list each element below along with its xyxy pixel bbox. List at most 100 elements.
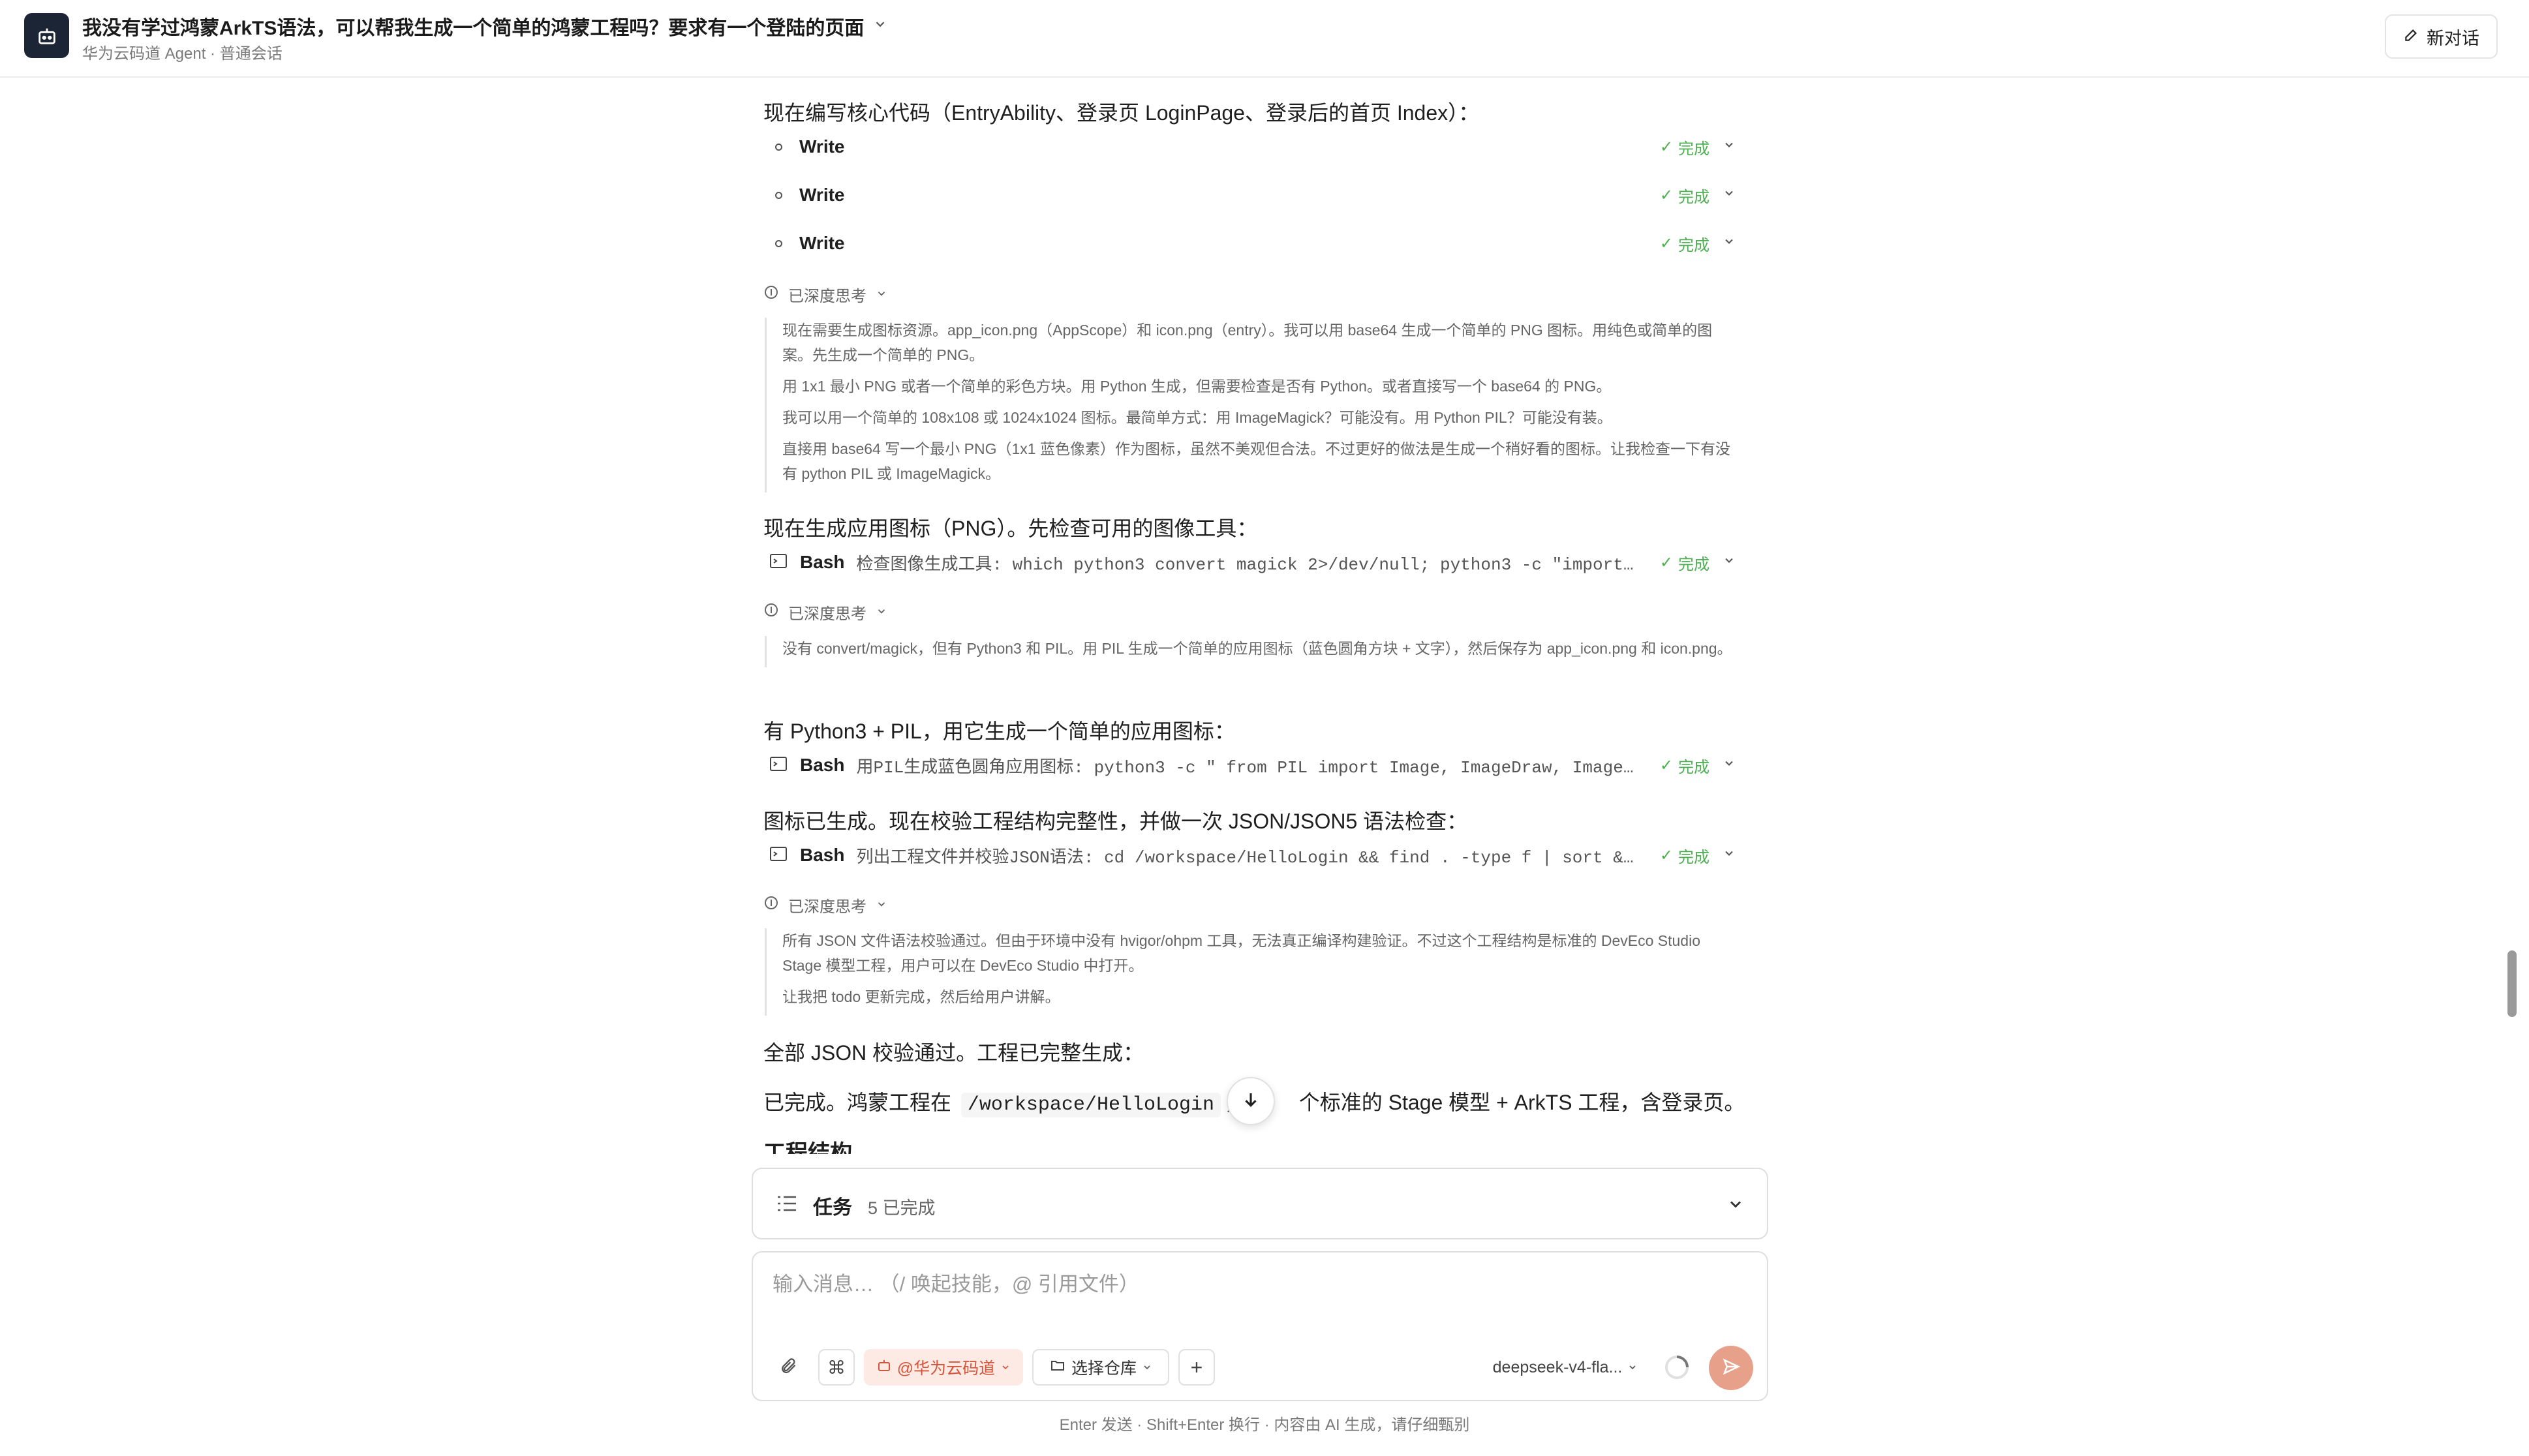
think-label: 已深度思考: [788, 898, 866, 916]
tasks-count: 5 已完成: [868, 1198, 936, 1218]
status-done[interactable]: ✓ 完成: [1660, 136, 1736, 159]
think-content: 所有 JSON 文件语法校验通过。但由于环境中没有 hvigor/ohpm 工具…: [765, 928, 1737, 1016]
think-label: 已深度思考: [788, 605, 866, 623]
folder-icon: [1049, 1357, 1066, 1378]
scrollbar-thumb[interactable]: [2507, 950, 2517, 1017]
terminal-icon: [770, 553, 787, 571]
tool-description: 检查图像生成工具: which python3 convert magick 2…: [856, 554, 1634, 575]
repo-selector[interactable]: 选择仓库: [1032, 1349, 1169, 1386]
write-tool-row[interactable]: Write ✓ 完成: [770, 224, 1736, 263]
think-label: 已深度思考: [788, 288, 866, 305]
think-icon: [763, 284, 779, 305]
chevron-down-icon[interactable]: [1726, 1195, 1745, 1217]
chevron-down-icon[interactable]: [1723, 756, 1736, 774]
bot-icon: [876, 1357, 892, 1378]
new-chat-label: 新对话: [2427, 28, 2479, 48]
arrow-down-icon: [1241, 1090, 1261, 1113]
chevron-down-icon[interactable]: [1723, 138, 1736, 156]
think-content: 没有 convert/magick，但有 Python3 和 PIL。用 PIL…: [765, 636, 1737, 667]
conversation-title-text: 我没有学过鸿蒙ArkTS语法，可以帮我生成一个简单的鸿蒙工程吗？要求有一个登陆的…: [82, 18, 865, 39]
think-content: 现在需要生成图标资源。app_icon.png（AppScope）和 icon.…: [765, 318, 1737, 493]
tool-name: Write: [799, 136, 845, 157]
chevron-down-icon: [876, 603, 887, 622]
assistant-text-intro: 现在编写核心代码（EntryAbility、登录页 LoginPage、登录后的…: [763, 101, 1480, 125]
assistant-text: 现在生成应用图标（PNG）。先检查可用的图像工具：: [763, 517, 1258, 540]
tasks-panel[interactable]: 任务 5 已完成: [752, 1168, 1768, 1239]
status-done[interactable]: ✓ 完成: [1660, 551, 1736, 574]
deep-think-toggle[interactable]: 已深度思考: [763, 283, 887, 306]
bullet-icon: [775, 239, 782, 247]
write-tool-row[interactable]: Write ✓ 完成: [770, 127, 1736, 166]
bot-icon: [24, 13, 69, 58]
bash-tool-row[interactable]: Bash 列出工程文件并校验JSON语法: cd /workspace/Hell…: [770, 836, 1736, 875]
list-icon: [776, 1194, 797, 1217]
model-selector[interactable]: deepseek-v4-fla...: [1477, 1349, 1653, 1386]
check-icon: ✓: [1659, 186, 1673, 204]
check-icon: ✓: [1659, 138, 1673, 156]
think-icon: [763, 602, 779, 622]
status-text: 完成: [1678, 140, 1709, 158]
add-button[interactable]: +: [1178, 1349, 1215, 1386]
bullet-icon: [775, 191, 782, 199]
message-input[interactable]: [771, 1272, 1687, 1297]
tool-description: 列出工程文件并校验JSON语法: cd /workspace/HelloLogi…: [856, 847, 1634, 868]
model-label: deepseek-v4-fla...: [1492, 1357, 1623, 1376]
status-done[interactable]: ✓ 完成: [1660, 844, 1736, 867]
check-icon: ✓: [1659, 846, 1673, 864]
chevron-down-icon[interactable]: [1723, 553, 1736, 571]
send-button[interactable]: [1709, 1346, 1753, 1390]
attach-button[interactable]: [770, 1349, 806, 1386]
terminal-icon: [770, 846, 787, 864]
status-done[interactable]: ✓ 完成: [1660, 232, 1736, 255]
status-text: 完成: [1678, 188, 1709, 206]
chevron-down-icon: [1627, 1358, 1638, 1377]
command-icon: ⌘: [827, 1357, 846, 1378]
deep-think-toggle[interactable]: 已深度思考: [763, 601, 887, 624]
status-text: 完成: [1678, 236, 1709, 254]
tool-name: Bash: [800, 755, 845, 775]
bash-tool-row[interactable]: Bash 用PIL生成蓝色圆角应用图标: python3 -c " from P…: [770, 746, 1736, 785]
check-icon: ✓: [1659, 756, 1673, 774]
chevron-down-icon[interactable]: [1723, 186, 1736, 204]
skill-button[interactable]: ⌘: [818, 1349, 855, 1386]
status-text: 完成: [1678, 758, 1709, 776]
assistant-text: 有 Python3 + PIL，用它生成一个简单的应用图标：: [763, 720, 1235, 743]
think-line: 用 1x1 最小 PNG 或者一个简单的彩色方块。用 Python 生成，但需要…: [782, 378, 1612, 395]
chevron-down-icon[interactable]: [1723, 234, 1736, 252]
terminal-icon: [770, 756, 787, 774]
agent-selector[interactable]: @华为云码道: [864, 1349, 1023, 1386]
think-icon: [763, 895, 779, 915]
status-done[interactable]: ✓ 完成: [1660, 754, 1736, 777]
tool-name: Bash: [800, 552, 845, 572]
message-list[interactable]: 现在编写核心代码（EntryAbility、登录页 LoginPage、登录后的…: [0, 78, 2529, 1154]
assistant-text: 全部 JSON 校验通过。工程已完整生成：: [763, 1041, 1144, 1065]
chevron-down-icon: [876, 896, 887, 915]
check-icon: ✓: [1659, 553, 1673, 571]
edit-icon: [2403, 26, 2420, 48]
chevron-down-icon[interactable]: [873, 17, 887, 35]
paperclip-icon: [779, 1357, 797, 1378]
bash-tool-row[interactable]: Bash 检查图像生成工具: which python3 convert mag…: [770, 543, 1736, 582]
new-chat-button[interactable]: 新对话: [2385, 14, 2498, 59]
footer-hint: Enter 发送 · Shift+Enter 换行 · 内容由 AI 生成，请仔…: [1059, 1416, 1470, 1434]
assistant-text: 图标已生成。现在校验工程结构完整性，并做一次 JSON/JSON5 语法检查：: [763, 810, 1468, 833]
chevron-down-icon[interactable]: [1723, 846, 1736, 864]
tool-name: Bash: [800, 845, 845, 865]
deep-think-toggle[interactable]: 已深度思考: [763, 894, 887, 917]
message-composer[interactable]: ⌘ @华为云码道 选择仓库 + deepseek-v4-fla...: [752, 1251, 1768, 1401]
session-subtitle: 华为云码道 Agent · 普通会话: [82, 45, 283, 63]
status-done[interactable]: ✓ 完成: [1660, 184, 1736, 207]
section-heading: 工程结构: [763, 1141, 852, 1154]
plus-icon: +: [1190, 1355, 1203, 1379]
status-text: 完成: [1678, 555, 1709, 573]
scroll-to-bottom-button[interactable]: [1227, 1077, 1275, 1125]
check-icon: ✓: [1659, 234, 1673, 252]
think-line: 让我把 todo 更新完成，然后给用户讲解。: [782, 988, 1060, 1005]
repo-label: 选择仓库: [1071, 1359, 1137, 1378]
think-line: 直接用 base64 写一个最小 PNG（1x1 蓝色像素）作为图标，虽然不美观…: [782, 440, 1730, 482]
conversation-title[interactable]: 我没有学过鸿蒙ArkTS语法，可以帮我生成一个简单的鸿蒙工程吗？要求有一个登陆的…: [82, 12, 887, 40]
write-tool-row[interactable]: Write ✓ 完成: [770, 175, 1736, 215]
tool-name: Write: [799, 233, 845, 253]
status-text: 完成: [1678, 848, 1709, 866]
chevron-down-icon: [1000, 1358, 1011, 1377]
